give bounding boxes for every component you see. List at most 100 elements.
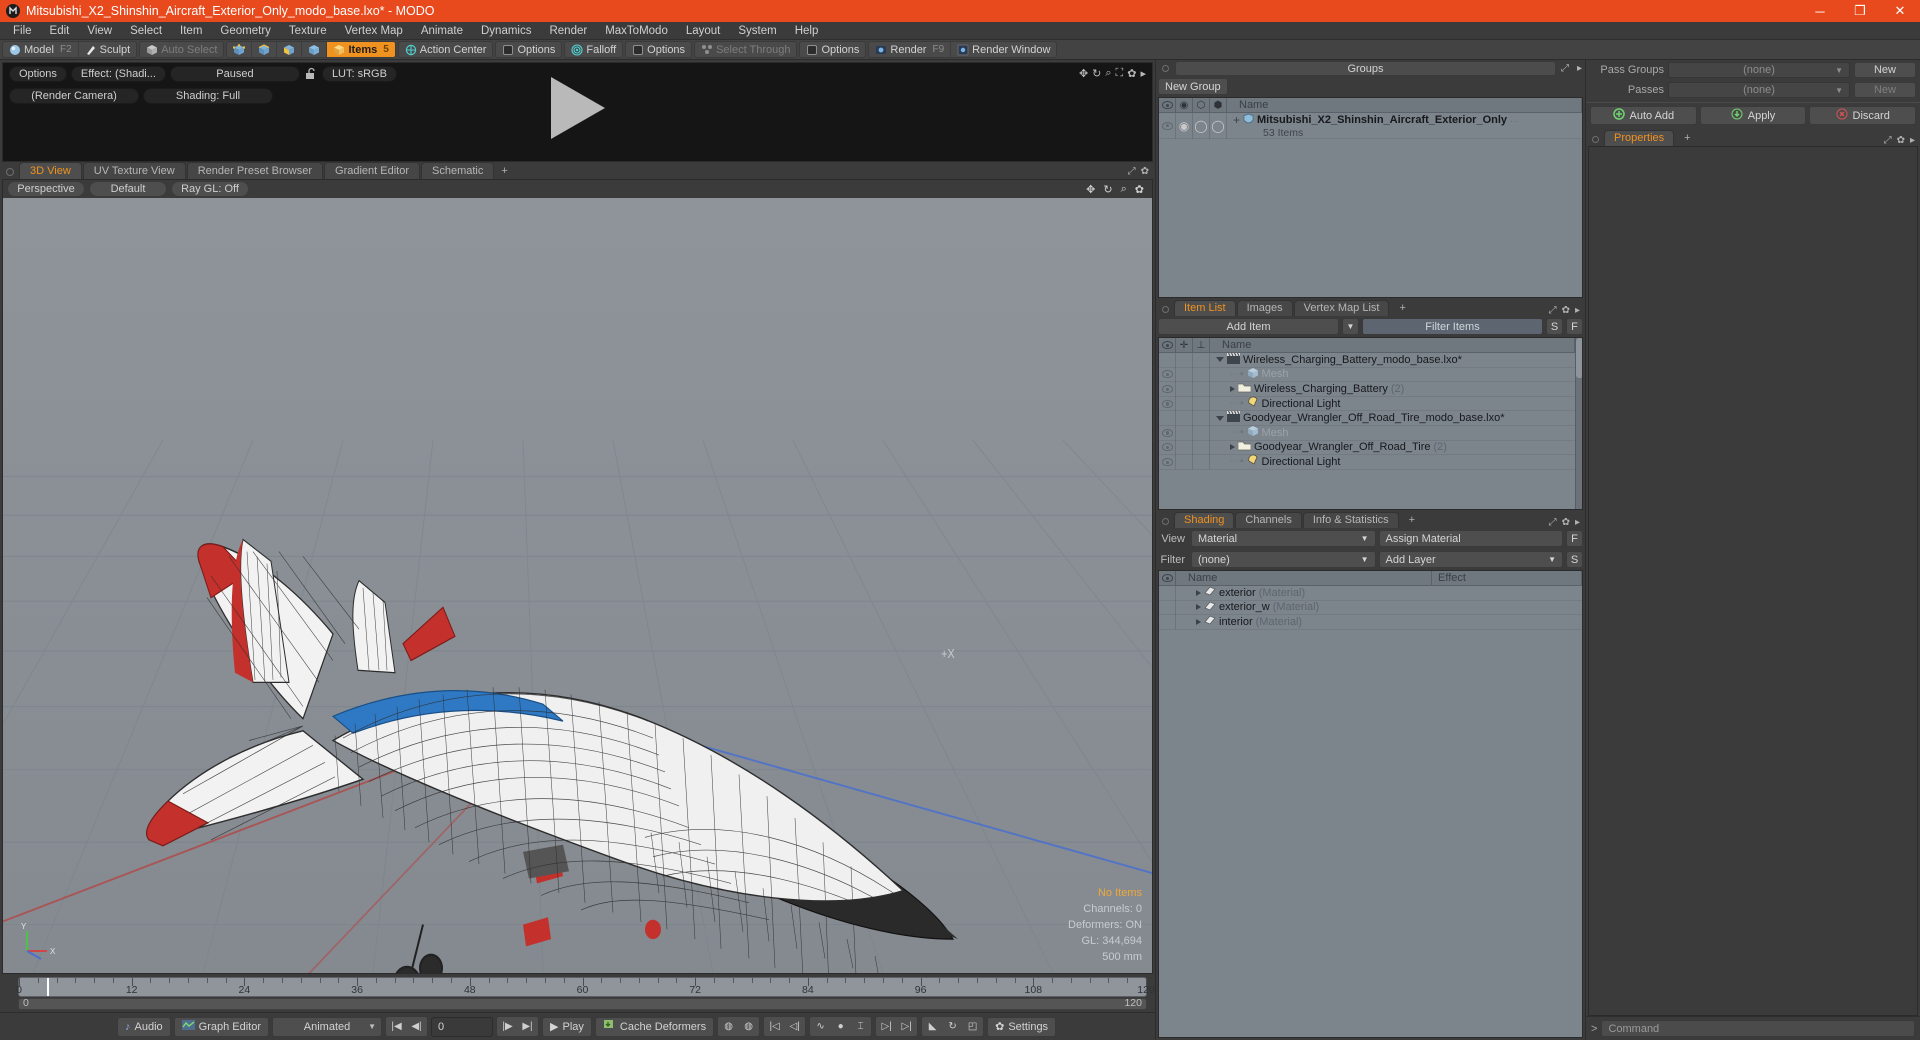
viewport-3d[interactable]: PerspectiveDefaultRay GL: Off ✥ ↻ ⌕ ✿ bbox=[2, 179, 1153, 974]
next-key-icon[interactable]: ▷| bbox=[877, 1018, 897, 1035]
menu-item-animate[interactable]: Animate bbox=[412, 22, 472, 40]
row-lock-toggle[interactable] bbox=[1176, 381, 1193, 397]
row-visibility-toggle[interactable] bbox=[1159, 396, 1176, 411]
row-visibility-toggle[interactable] bbox=[1159, 367, 1176, 382]
audio-button[interactable]: ♪ Audio bbox=[117, 1016, 171, 1037]
anim-b-icon[interactable]: ↻ bbox=[943, 1018, 963, 1035]
refresh-icon[interactable]: ↻ bbox=[1092, 67, 1101, 80]
row-wire-toggle[interactable]: ◯ bbox=[1193, 113, 1210, 139]
properties-panel-body[interactable] bbox=[1588, 146, 1918, 1016]
render-options-button[interactable]: Options bbox=[9, 66, 67, 82]
skip-start-icon[interactable]: |◀ bbox=[387, 1018, 407, 1035]
tab-info-statistics[interactable]: Info & Statistics bbox=[1302, 512, 1399, 528]
item-list-row[interactable]: ⋯▪ Mesh bbox=[1159, 425, 1575, 441]
menu-item-edit[interactable]: Edit bbox=[41, 22, 79, 40]
row-visibility-toggle[interactable] bbox=[1159, 454, 1176, 470]
tab-shading[interactable]: Shading bbox=[1174, 512, 1235, 528]
properties-add-tab-button[interactable]: + bbox=[1675, 131, 1699, 146]
toolbar-button-action-center[interactable]: Action Center bbox=[399, 42, 493, 57]
toolbar-button-options[interactable]: Options bbox=[626, 42, 691, 57]
toolbar-button-options[interactable]: Options bbox=[496, 42, 561, 57]
command-input[interactable]: Command bbox=[1601, 1020, 1915, 1037]
properties-menu-dot-icon[interactable] bbox=[1592, 136, 1599, 143]
menu-item-select[interactable]: Select bbox=[121, 22, 171, 40]
row-lock-toggle[interactable] bbox=[1176, 425, 1193, 441]
expand-button[interactable]: + bbox=[1233, 113, 1240, 127]
tab-render-preset-browser[interactable]: Render Preset Browser bbox=[186, 162, 324, 179]
perspective-dropdown[interactable]: Perspective bbox=[7, 181, 85, 197]
expand-icon[interactable]: ⤢ bbox=[1549, 305, 1557, 316]
row-lock-toggle[interactable] bbox=[1176, 410, 1193, 426]
graph-editor-button[interactable]: Graph Editor bbox=[173, 1016, 270, 1037]
render-camera-dropdown[interactable]: (Render Camera) bbox=[9, 88, 139, 104]
frame-field[interactable]: 0 bbox=[431, 1016, 494, 1037]
pass-groups-new-button[interactable]: New bbox=[1854, 62, 1916, 78]
toolbar-button-polygons[interactable] bbox=[277, 42, 303, 57]
item-list-menu-dot-icon[interactable] bbox=[1162, 306, 1169, 313]
close-button[interactable]: ✕ bbox=[1880, 0, 1920, 22]
item-list-row[interactable]: Wireless_Charging_Battery_modo_base.lxo* bbox=[1159, 353, 1575, 368]
tab-images[interactable]: Images bbox=[1236, 300, 1293, 316]
settings-button[interactable]: ✿ Settings bbox=[987, 1016, 1057, 1037]
gear-icon[interactable]: ✿ bbox=[1562, 517, 1570, 528]
timeline-range[interactable]: 0 120 bbox=[18, 997, 1147, 1010]
row-shade-toggle[interactable]: ◯ bbox=[1210, 113, 1227, 139]
shading-table-row[interactable]: exterior_w (Material) bbox=[1159, 600, 1582, 616]
passes-dropdown[interactable]: (none) ▼ bbox=[1668, 82, 1850, 98]
chevron-right-icon[interactable]: ▸ bbox=[1910, 135, 1915, 146]
pass-groups-dropdown[interactable]: (none) ▼ bbox=[1668, 62, 1850, 78]
item-list-add-tab-button[interactable]: + bbox=[1390, 301, 1414, 316]
panel-menu-dot-icon[interactable] bbox=[1162, 64, 1169, 72]
filter-s-button[interactable]: S bbox=[1546, 318, 1563, 335]
last-key-icon[interactable]: ▷| bbox=[897, 1018, 917, 1035]
expand-icon[interactable]: ⤢ bbox=[1549, 517, 1557, 528]
play-button[interactable]: ▶ Play bbox=[542, 1016, 592, 1037]
shading-f-button[interactable]: F bbox=[1566, 530, 1583, 547]
toolbar-button-options[interactable]: Options bbox=[800, 42, 865, 57]
row-ellipsis[interactable]: ... bbox=[1510, 114, 1518, 125]
anim-a-icon[interactable]: ◣ bbox=[923, 1018, 943, 1035]
cache-deformers-button[interactable]: Cache Deformers bbox=[594, 1016, 715, 1037]
shading-menu-dot-icon[interactable] bbox=[1162, 518, 1169, 525]
tab-3d-view[interactable]: 3D View bbox=[19, 162, 82, 179]
shading-table-row[interactable]: interior (Material) bbox=[1159, 614, 1582, 630]
shading-style-dropdown[interactable]: Default bbox=[89, 181, 167, 197]
menu-item-layout[interactable]: Layout bbox=[677, 22, 730, 40]
groups-table-row[interactable]: ◉ ◯ ◯ + Mitsubishi_X2_Shinshin_Aircraft_Exte… bbox=[1159, 113, 1582, 139]
tab-vertex-map-list[interactable]: Vertex Map List bbox=[1293, 300, 1390, 316]
unlock-icon[interactable] bbox=[304, 67, 318, 81]
menu-item-vertex-map[interactable]: Vertex Map bbox=[336, 22, 412, 40]
menu-item-item[interactable]: Item bbox=[171, 22, 211, 40]
toolbar-button-select-through[interactable]: Select Through bbox=[695, 42, 796, 57]
render-effect-dropdown[interactable]: Effect: (Shadi... bbox=[70, 66, 166, 82]
expand-arrow-icon[interactable] bbox=[1196, 589, 1201, 596]
minimize-button[interactable]: ─ bbox=[1800, 0, 1840, 22]
viewport-menu-dot-icon[interactable] bbox=[6, 168, 14, 176]
item-list-row[interactable]: Goodyear_Wrangler_Off_Road_Tire_modo_bas… bbox=[1159, 410, 1575, 426]
menu-item-texture[interactable]: Texture bbox=[280, 22, 336, 40]
groups-list[interactable]: ◉ ⬡ ⬢ Name ◉ ◯ ◯ + Mitsubishi_X2_Shinshin_Ai… bbox=[1158, 97, 1583, 298]
shading-list[interactable]: Name Effect exterior (Material) exterior_w… bbox=[1158, 570, 1583, 1038]
item-list-row[interactable]: Wireless_Charging_Battery (2) bbox=[1159, 381, 1575, 397]
row-visibility-toggle[interactable] bbox=[1159, 425, 1176, 441]
menu-item-help[interactable]: Help bbox=[786, 22, 828, 40]
timeline[interactable]: 0 12 24 36 48 60 72 84 96 108 120 0 120 bbox=[2, 976, 1155, 1012]
play-triangle-icon[interactable] bbox=[550, 77, 605, 140]
render-shading-dropdown[interactable]: Shading: Full bbox=[143, 88, 273, 104]
toolbar-button-edges[interactable] bbox=[252, 42, 278, 57]
row-axis-toggle[interactable] bbox=[1193, 396, 1210, 411]
expand-icon[interactable]: ⤢ bbox=[1128, 166, 1136, 177]
key-first-icon[interactable]: ◁| bbox=[785, 1018, 805, 1035]
row-visibility-toggle[interactable] bbox=[1159, 113, 1176, 139]
row-visibility-toggle[interactable] bbox=[1159, 586, 1176, 601]
item-list-row[interactable]: ⋯▪ Directional Light bbox=[1159, 454, 1575, 470]
timeline-playhead[interactable] bbox=[47, 978, 50, 996]
toolbar-button-falloff[interactable]: Falloff bbox=[565, 42, 622, 57]
gear-icon[interactable]: ✿ bbox=[1897, 135, 1905, 146]
shading-s-button[interactable]: S bbox=[1566, 551, 1583, 568]
row-visibility-toggle[interactable] bbox=[1159, 353, 1176, 368]
step-back-icon[interactable]: ◀| bbox=[407, 1018, 427, 1035]
toolbar-button-auto-select[interactable]: Auto Select bbox=[140, 42, 223, 57]
ray-gl-toggle[interactable]: Ray GL: Off bbox=[171, 181, 249, 197]
shading-add-tab-button[interactable]: + bbox=[1400, 513, 1424, 528]
